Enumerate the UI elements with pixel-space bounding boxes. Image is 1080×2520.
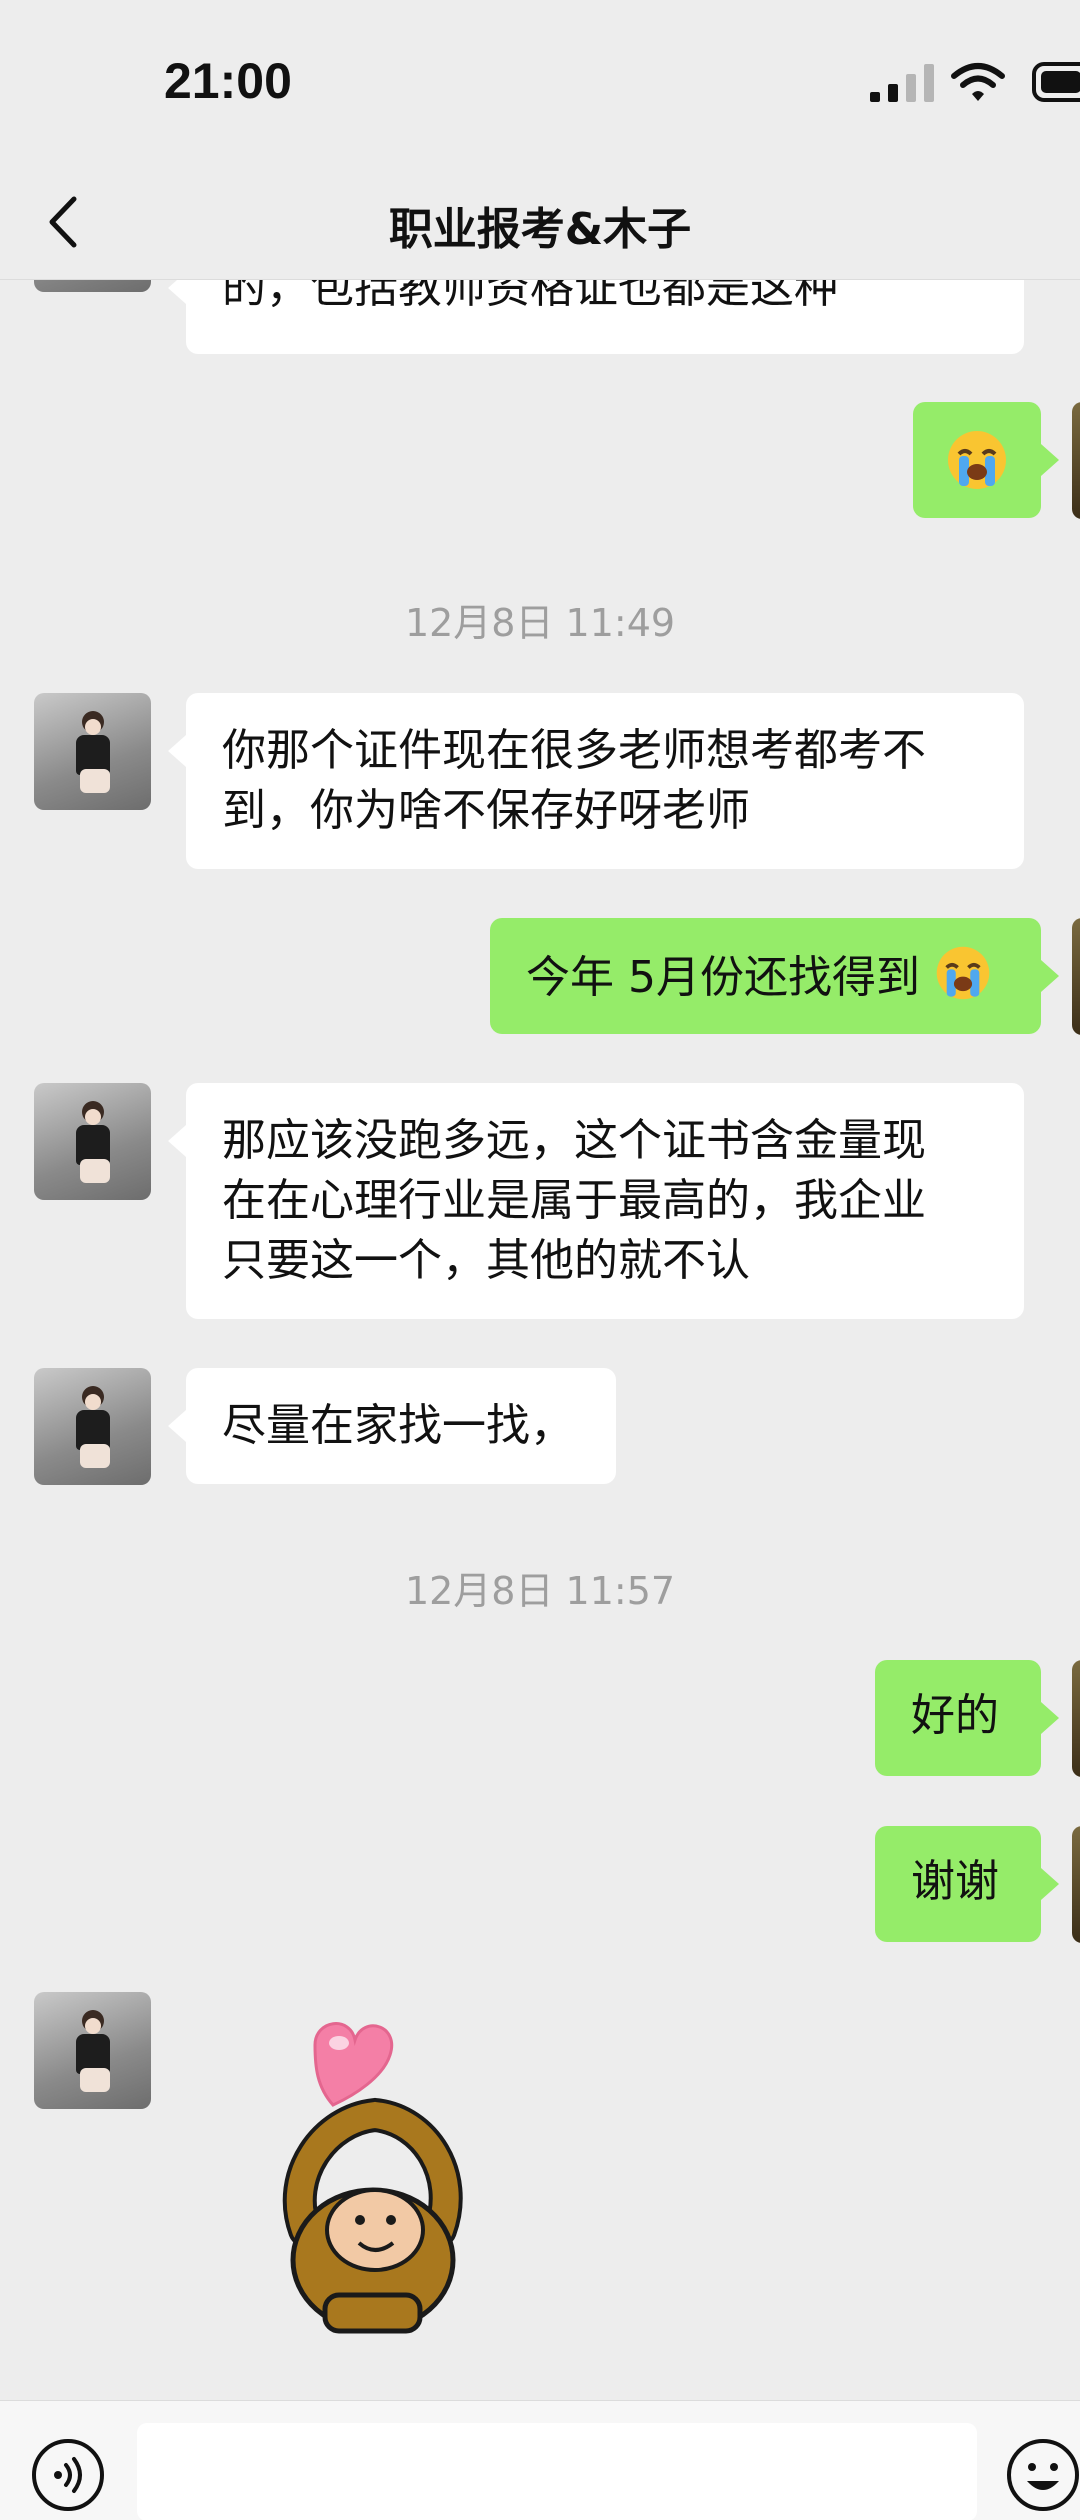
my-avatar[interactable] <box>1072 1660 1080 1777</box>
loudly-crying-face-emoji <box>948 431 1006 489</box>
message-bubble-outgoing[interactable]: 今年 5月份还找得到 <box>490 918 1059 1034</box>
message-bubble-incoming[interactable]: 你那个证件现在很多老师想考都考不 到，你为啥不保存好呀老师 <box>168 693 1024 869</box>
battery-icon <box>1032 62 1080 102</box>
contact-avatar[interactable] <box>34 1083 151 1200</box>
my-avatar[interactable] <box>1072 1826 1080 1943</box>
cellular-signal-icon <box>870 64 934 102</box>
chat-header: 职业报考&木子 <box>0 165 1080 280</box>
message-line: 在在心理行业是属于最高的，我企业 <box>222 1175 926 1226</box>
wifi-icon <box>951 63 1005 101</box>
loudly-crying-face-emoji <box>936 946 990 1000</box>
voice-input-icon[interactable] <box>30 2437 106 2513</box>
message-bubble-outgoing[interactable] <box>913 402 1059 518</box>
my-avatar[interactable] <box>1072 918 1080 1035</box>
message-bubble-outgoing[interactable]: 好的 <box>875 1660 1059 1776</box>
chat-title: 职业报考&木子 <box>388 204 692 255</box>
message-line: 到，你为啥不保存好呀老师 <box>222 785 750 836</box>
timestamp: 12月8日 11:57 <box>404 1569 676 1613</box>
message-text: 谢谢 <box>911 1856 999 1907</box>
timestamp: 12月8日 11:49 <box>404 601 676 645</box>
my-avatar[interactable] <box>1072 402 1080 519</box>
emoji-picker-icon[interactable] <box>1005 2437 1080 2513</box>
status-time: 21:00 <box>164 53 292 109</box>
contact-avatar[interactable] <box>34 1992 151 2109</box>
message-list[interactable]: 的，包括教师资格证也都是这种 12月8日 11:49 你那个证件现在很多老师想考… <box>0 0 1080 2400</box>
status-bar: 21:00 <box>0 0 1080 165</box>
chat-screen: 的，包括教师资格证也都是这种 12月8日 11:49 你那个证件现在很多老师想考… <box>0 0 1080 2520</box>
message-text: 尽量在家找一找， <box>222 1400 574 1451</box>
message-line: 你那个证件现在很多老师想考都考不 <box>222 725 926 776</box>
monkey-heart-sticker[interactable] <box>255 2015 495 2335</box>
message-bubble-incoming[interactable]: 尽量在家找一找， <box>168 1368 616 1484</box>
message-line: 只要这一个，其他的就不认 <box>222 1235 750 1286</box>
message-bubble-incoming[interactable]: 那应该没跑多远，这个证书含金量现 在在心理行业是属于最高的，我企业 只要这一个，… <box>168 1083 1024 1319</box>
message-line: 那应该没跑多远，这个证书含金量现 <box>222 1115 926 1166</box>
message-text: 好的 <box>911 1690 999 1741</box>
input-bar <box>0 2400 1080 2520</box>
contact-avatar[interactable] <box>34 1368 151 1485</box>
contact-avatar[interactable] <box>34 693 151 810</box>
message-input[interactable] <box>137 2423 977 2520</box>
message-text: 今年 5月份还找得到 <box>526 952 920 1003</box>
message-bubble-outgoing[interactable]: 谢谢 <box>875 1826 1059 1942</box>
